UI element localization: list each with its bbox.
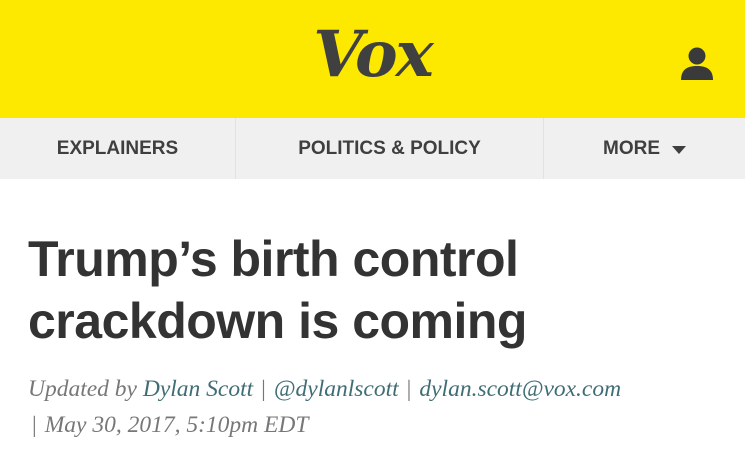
author-link[interactable]: Dylan Scott [143, 376, 253, 402]
publish-date: May 30, 2017, 5:10pm EDT [44, 412, 309, 438]
user-icon[interactable] [679, 46, 715, 82]
caret-down-icon [672, 145, 686, 154]
main-nav: EXPLAINERS POLITICS & POLICY MORE [0, 118, 745, 179]
byline-separator: | [261, 376, 266, 402]
nav-item-label: EXPLAINERS [56, 137, 179, 159]
site-header: Vox [0, 0, 745, 118]
article-headline: Trump’s birth control crackdown is comin… [28, 228, 708, 352]
headline-line-1: Trump’s birth control [28, 231, 519, 287]
byline-separator: | [406, 376, 412, 402]
byline-separator: | [32, 412, 37, 438]
twitter-link[interactable]: @dylanlscott [274, 376, 399, 402]
email-link[interactable]: dylan.scott@vox.com [419, 376, 621, 402]
nav-item-more[interactable]: MORE [544, 118, 745, 179]
nav-item-label: MORE [603, 137, 660, 159]
nav-item-label: POLITICS & POLICY [298, 137, 481, 159]
byline-prefix: Updated by [28, 376, 137, 402]
nav-item-politics-policy[interactable]: POLITICS & POLICY [236, 118, 544, 179]
nav-item-explainers[interactable]: EXPLAINERS [0, 118, 236, 179]
headline-line-2: crackdown is coming [28, 293, 527, 349]
vox-logo[interactable]: Vox [0, 20, 745, 90]
article-byline: Updated by Dylan Scott | @dylanlscott | dyla… [28, 371, 728, 443]
